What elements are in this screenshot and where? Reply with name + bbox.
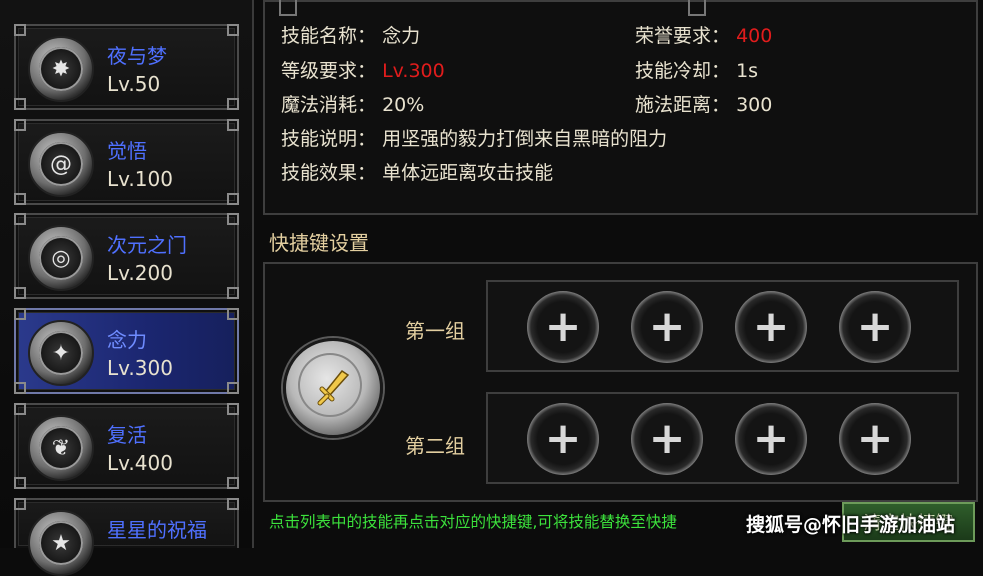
cast-range-value: 300: [736, 94, 773, 116]
skill-effect-row: 技能效果： 单体远距离攻击技能: [281, 158, 553, 185]
plus-icon: +: [752, 413, 790, 464]
shortcut-settings-title: 快捷键设置: [269, 231, 369, 255]
spiral-icon: @: [28, 131, 94, 197]
shortcut-hint: 点击列表中的技能再点击对应的快捷键,可将技能替换至快捷: [269, 513, 677, 531]
skill-description-label: 技能说明：: [281, 128, 377, 150]
skill-item-fu-huo[interactable]: ❦ 复活 Lv.400: [14, 403, 239, 489]
skill-name: 星星的祝福: [107, 518, 207, 542]
cast-range-label: 施法距离：: [635, 94, 731, 116]
shortcut-slot-2-3[interactable]: +: [735, 403, 807, 475]
plus-icon: +: [648, 301, 686, 352]
cooldown-row: 技能冷却： 1s: [635, 56, 758, 83]
skill-level: Lv.400: [107, 451, 173, 475]
mana-cost-label: 魔法消耗：: [281, 94, 377, 116]
shortcut-slot-2-2[interactable]: +: [631, 403, 703, 475]
honor-requirement-value: 400: [736, 25, 773, 47]
skill-name: 觉悟: [107, 139, 147, 163]
cross-star-icon: ✦: [28, 320, 94, 386]
honor-requirement-label: 荣誉要求：: [635, 25, 731, 47]
group-2-label: 第二组: [405, 434, 465, 458]
shortcut-slot-1-4[interactable]: +: [839, 291, 911, 363]
shortcut-slot-1-2[interactable]: +: [631, 291, 703, 363]
level-requirement-row: 等级要求： Lv.300: [281, 56, 445, 83]
skill-item-ye-yu-meng[interactable]: ✸ 夜与梦 Lv.50: [14, 24, 239, 110]
mana-cost-row: 魔法消耗： 20%: [281, 90, 424, 117]
sword-icon: [286, 341, 380, 435]
skill-effect-label: 技能效果：: [281, 162, 377, 184]
skill-description-value: 用坚强的毅力打倒来自黑暗的阻力: [382, 128, 668, 150]
cast-range-row: 施法距离： 300: [635, 90, 772, 117]
skill-name: 次元之门: [107, 233, 187, 257]
plus-icon: +: [544, 413, 582, 464]
skill-level: Lv.300: [107, 356, 173, 380]
wreath-icon: ❦: [28, 415, 94, 481]
selected-skill-slot[interactable]: [283, 338, 383, 438]
skill-list: ✸ 夜与梦 Lv.50 @ 觉悟 Lv.100 ◎ 次元之门 Lv.200 ✦ …: [0, 0, 254, 576]
cooldown-label: 技能冷却：: [635, 60, 731, 82]
skill-item-jue-wu[interactable]: @ 觉悟 Lv.100: [14, 119, 239, 205]
skill-level: Lv.200: [107, 261, 173, 285]
plus-icon: +: [544, 301, 582, 352]
starburst-icon: ✸: [28, 36, 94, 102]
honor-requirement-row: 荣誉要求： 400: [635, 21, 772, 48]
skill-name-label: 技能名称：: [281, 25, 377, 47]
watermark: 搜狐号@怀旧手游加油站: [746, 514, 956, 536]
skill-level: Lv.50: [107, 72, 161, 96]
panel-ornament: [279, 0, 297, 16]
plus-icon: +: [856, 413, 894, 464]
shortcut-slot-1-1[interactable]: +: [527, 291, 599, 363]
cooldown-value: 1s: [736, 60, 759, 82]
group-1-label: 第一组: [405, 319, 465, 343]
shortcut-slot-1-3[interactable]: +: [735, 291, 807, 363]
skill-item-nian-li[interactable]: ✦ 念力 Lv.300: [14, 308, 239, 394]
level-requirement-label: 等级要求：: [281, 60, 377, 82]
shortcut-slot-2-4[interactable]: +: [839, 403, 911, 475]
skill-name-row: 技能名称： 念力: [281, 21, 420, 48]
skill-description-row: 技能说明： 用坚强的毅力打倒来自黑暗的阻力: [281, 124, 667, 151]
plus-icon: +: [648, 413, 686, 464]
skill-effect-value: 单体远距离攻击技能: [382, 162, 554, 184]
panel-ornament: [688, 0, 706, 16]
skill-name: 夜与梦: [107, 44, 167, 68]
skill-name-value: 念力: [382, 25, 421, 47]
skill-item-xing-xing-de-zhu-fu[interactable]: ★ 星星的祝福: [14, 498, 239, 576]
skill-name: 复活: [107, 423, 147, 447]
mana-cost-value: 20%: [382, 94, 425, 116]
vortex-icon: ◎: [28, 225, 94, 291]
plus-icon: +: [856, 301, 894, 352]
level-requirement-value: Lv.300: [382, 60, 445, 82]
plus-icon: +: [752, 301, 790, 352]
skill-name: 念力: [107, 328, 147, 352]
skill-item-ci-yuan-zhi-men[interactable]: ◎ 次元之门 Lv.200: [14, 213, 239, 299]
stars-icon: ★: [28, 510, 94, 576]
skill-level: Lv.100: [107, 167, 173, 191]
shortcut-slot-2-1[interactable]: +: [527, 403, 599, 475]
